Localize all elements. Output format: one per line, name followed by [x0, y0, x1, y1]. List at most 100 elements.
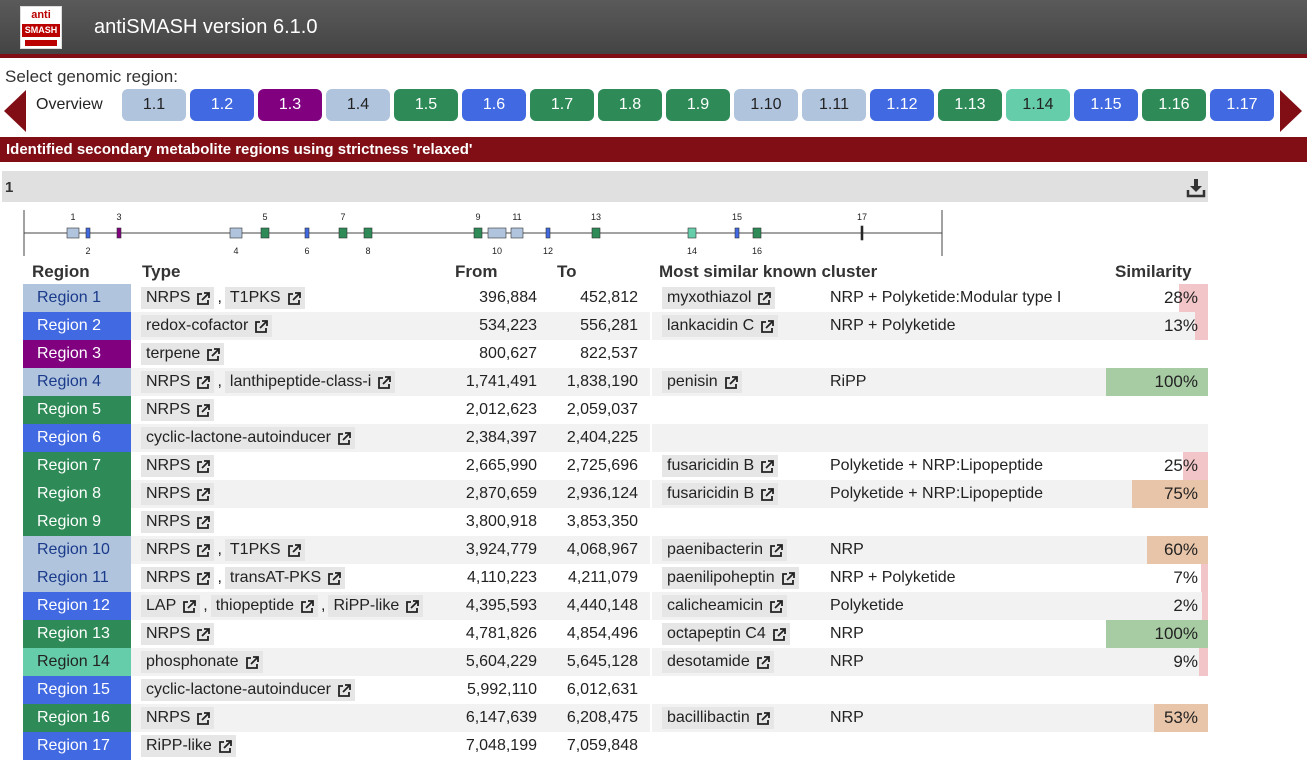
region-button-1-17[interactable]: 1.17	[1210, 89, 1274, 121]
region-link[interactable]: Region 4	[23, 368, 131, 396]
overview-region-marker[interactable]	[304, 227, 310, 239]
overview-region-marker[interactable]	[510, 227, 524, 239]
region-button-1-1[interactable]: 1.1	[122, 89, 186, 121]
overview-region-marker[interactable]	[487, 227, 507, 239]
region-link[interactable]: Region 8	[23, 480, 131, 508]
external-link-icon	[182, 599, 197, 613]
region-link[interactable]: Region 14	[23, 648, 131, 676]
overview-region-marker[interactable]	[860, 225, 864, 241]
type-chip[interactable]: terpene	[141, 343, 225, 365]
region-button-1-15[interactable]: 1.15	[1074, 89, 1138, 121]
mibig-cluster-link[interactable]: penisin	[662, 371, 742, 393]
overview-region-marker[interactable]	[687, 227, 697, 239]
overview-region-marker[interactable]	[545, 227, 551, 239]
overview-marker-label: 9	[475, 212, 480, 222]
region-button-1-12[interactable]: 1.12	[870, 89, 934, 121]
type-chip[interactable]: cyclic-lactone-autoinducer	[141, 427, 355, 449]
prev-region-arrow-icon[interactable]	[4, 90, 26, 132]
type-chip[interactable]: phosphonate	[141, 651, 263, 673]
type-chip[interactable]: NRPS	[141, 483, 215, 505]
mibig-cluster-link[interactable]: paenibacterin	[662, 539, 788, 561]
cluster-type: Polyketide + NRP:Lipopeptide	[830, 457, 1044, 474]
type-chip[interactable]: T1PKS	[224, 539, 305, 561]
region-button-1-10[interactable]: 1.10	[734, 89, 798, 121]
type-chip[interactable]: T1PKS	[224, 287, 305, 309]
region-button-1-11[interactable]: 1.11	[802, 89, 866, 121]
overview-button[interactable]: Overview	[30, 89, 116, 121]
region-link[interactable]: Region 11	[23, 564, 131, 592]
mibig-cluster-link[interactable]: fusaricidin B	[662, 455, 779, 477]
overview-region-marker[interactable]	[591, 227, 601, 239]
region-link[interactable]: Region 13	[23, 620, 131, 648]
table-row: Region 4 NRPS, lanthipeptide-class-i 1,741,…	[23, 368, 1208, 396]
column-divider	[650, 368, 652, 396]
overview-region-marker[interactable]	[229, 227, 243, 239]
overview-region-marker[interactable]	[752, 227, 762, 239]
column-divider	[650, 312, 652, 340]
region-link[interactable]: Region 9	[23, 508, 131, 536]
region-link[interactable]: Region 12	[23, 592, 131, 620]
overview-region-marker[interactable]	[260, 227, 270, 239]
region-button-1-13[interactable]: 1.13	[938, 89, 1002, 121]
region-button-1-8[interactable]: 1.8	[598, 89, 662, 121]
mibig-cluster-link[interactable]: paenilipoheptin	[662, 567, 799, 589]
region-link[interactable]: Region 5	[23, 396, 131, 424]
mibig-cluster-link[interactable]: octapeptin C4	[662, 623, 790, 645]
mibig-cluster-link[interactable]: bacillibactin	[662, 707, 774, 729]
overview-region-marker[interactable]	[338, 227, 348, 239]
type-chip[interactable]: NRPS	[141, 287, 215, 309]
region-button-1-14[interactable]: 1.14	[1006, 89, 1070, 121]
region-link[interactable]: Region 10	[23, 536, 131, 564]
region-link[interactable]: Region 6	[23, 424, 131, 452]
region-link[interactable]: Region 17	[23, 732, 131, 760]
overview-region-marker[interactable]	[734, 227, 740, 239]
region-button-1-5[interactable]: 1.5	[394, 89, 458, 121]
type-chip[interactable]: LAP	[141, 595, 201, 617]
region-button-1-7[interactable]: 1.7	[530, 89, 594, 121]
region-link[interactable]: Region 3	[23, 340, 131, 368]
region-link[interactable]: Region 2	[23, 312, 131, 340]
type-chip[interactable]: NRPS	[141, 567, 215, 589]
type-chip[interactable]: lanthipeptide-class-i	[224, 371, 396, 393]
type-chip[interactable]: transAT-PKS	[224, 567, 346, 589]
region-button-1-16[interactable]: 1.16	[1142, 89, 1206, 121]
type-chip[interactable]: cyclic-lactone-autoinducer	[141, 679, 355, 701]
overview-marker-label: 2	[85, 246, 90, 256]
overview-region-marker[interactable]	[116, 227, 122, 239]
region-link[interactable]: Region 15	[23, 676, 131, 704]
antismash-logo[interactable]: anti SMASH	[20, 6, 62, 49]
type-chip[interactable]: thiopeptide	[210, 595, 318, 617]
type-chip[interactable]: NRPS	[141, 511, 215, 533]
mibig-cluster-link[interactable]: myxothiazol	[662, 287, 776, 309]
overview-region-marker[interactable]	[85, 227, 91, 239]
region-link[interactable]: Region 16	[23, 704, 131, 732]
region-link[interactable]: Region 1	[23, 284, 131, 312]
overview-region-marker[interactable]	[473, 227, 483, 239]
overview-region-marker[interactable]	[363, 227, 373, 239]
download-icon[interactable]	[1186, 178, 1206, 198]
type-chip[interactable]: NRPS	[141, 707, 215, 729]
mibig-cluster-link[interactable]: fusaricidin B	[662, 483, 779, 505]
mibig-cluster-link[interactable]: calicheamicin	[662, 595, 788, 617]
mibig-cluster-link[interactable]: lankacidin C	[662, 315, 779, 337]
type-chip[interactable]: NRPS	[141, 371, 215, 393]
type-chip[interactable]: NRPS	[141, 623, 215, 645]
region-button-1-9[interactable]: 1.9	[666, 89, 730, 121]
region-button-1-4[interactable]: 1.4	[326, 89, 390, 121]
region-button-1-2[interactable]: 1.2	[190, 89, 254, 121]
type-chip[interactable]: RiPP-like	[328, 595, 424, 617]
type-chip[interactable]: NRPS	[141, 455, 215, 477]
type-chip[interactable]: RiPP-like	[141, 735, 236, 757]
overview-region-marker[interactable]	[66, 227, 80, 239]
mibig-cluster-link[interactable]: desotamide	[662, 651, 774, 673]
next-region-arrow-icon[interactable]	[1280, 90, 1302, 132]
region-button-1-6[interactable]: 1.6	[462, 89, 526, 121]
type-label: NRPS	[146, 457, 191, 474]
type-chip[interactable]: NRPS	[141, 399, 215, 421]
from-value: 2,870,659	[465, 485, 537, 502]
type-chip[interactable]: redox-cofactor	[141, 315, 273, 337]
region-link[interactable]: Region 7	[23, 452, 131, 480]
cluster-type: NRP	[830, 653, 864, 670]
region-button-1-3[interactable]: 1.3	[258, 89, 322, 121]
type-chip[interactable]: NRPS	[141, 539, 215, 561]
